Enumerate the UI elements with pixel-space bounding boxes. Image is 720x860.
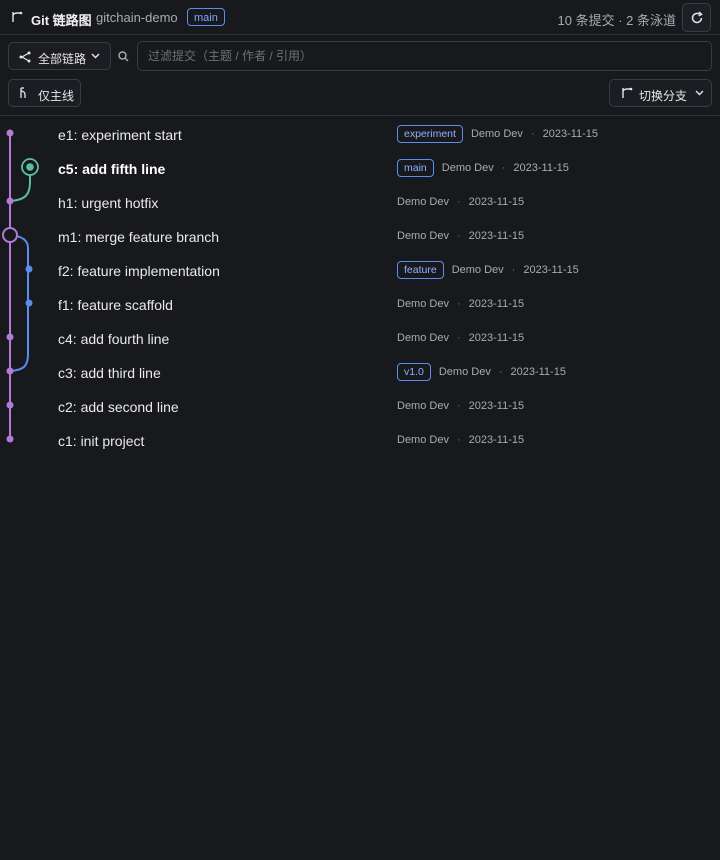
tag-badge[interactable]: v1.0 — [397, 363, 431, 381]
commit-subject: m1: merge feature branch — [58, 229, 220, 245]
commit-subject: c5: add fifth line — [58, 161, 166, 177]
mainline-only-label: 仅主线 — [38, 89, 75, 103]
commit-date: 2023-11-15 — [542, 128, 599, 140]
commit-date: 2023-11-15 — [513, 162, 569, 174]
commit-subject: h1: urgent hotfix — [58, 195, 159, 211]
toolbar: 全部链路 仅主线 切换分支 — [0, 35, 720, 116]
head-branch-badge: main — [187, 8, 225, 26]
commit-meta: Demo Dev · 2023-11-15 — [397, 389, 524, 423]
commit-row[interactable]: m1: merge feature branch Demo Dev · 2023… — [0, 219, 720, 253]
commit-date: 2023-11-15 — [468, 230, 525, 242]
lanes-icon — [19, 51, 31, 63]
commit-filter-input[interactable] — [137, 41, 712, 71]
separator: · — [530, 128, 535, 140]
commit-row[interactable]: c3: add third line v1.0 Demo Dev · 2023-… — [0, 355, 720, 389]
commit-author: Demo Dev — [397, 230, 449, 242]
commit-meta: main Demo Dev · 2023-11-15 — [397, 151, 569, 185]
commit-date: 2023-11-15 — [510, 366, 566, 378]
ref-badge[interactable]: feature — [397, 261, 444, 279]
switch-branch-label: 切换分支 — [639, 89, 688, 103]
commit-meta: Demo Dev · 2023-11-15 — [397, 287, 524, 321]
commit-author: Demo Dev — [441, 162, 494, 174]
commit-row[interactable]: f1: feature scaffold Demo Dev · 2023-11-… — [0, 287, 720, 321]
mainline-only-button[interactable]: 仅主线 — [8, 79, 81, 107]
commit-author: Demo Dev — [397, 434, 449, 446]
separator: · — [456, 400, 461, 412]
commit-author: Demo Dev — [397, 298, 449, 310]
repo-name: gitchain-demo — [96, 10, 178, 25]
commit-subject: c1: init project — [58, 433, 145, 449]
commit-lane-stats: 10 条提交 · 2 条泳道 — [557, 13, 676, 28]
git-branch-icon — [12, 11, 23, 22]
commit-row[interactable]: c5: add fifth line main Demo Dev · 2023-… — [0, 151, 720, 185]
commit-row[interactable]: c4: add fourth line Demo Dev · 2023-11-1… — [0, 321, 720, 355]
commit-meta: Demo Dev · 2023-11-15 — [397, 321, 524, 355]
separator: · — [501, 162, 506, 174]
commit-subject: c4: add fourth line — [58, 331, 170, 347]
git-branch-icon — [622, 87, 633, 98]
commit-meta: Demo Dev · 2023-11-15 — [397, 423, 524, 457]
commit-row[interactable]: c2: add second line Demo Dev · 2023-11-1… — [0, 389, 720, 423]
separator: · — [456, 434, 461, 446]
commit-date: 2023-11-15 — [468, 434, 525, 446]
commit-subject: f2: feature implementation — [58, 263, 220, 279]
refresh-button[interactable] — [682, 3, 711, 32]
commit-date: 2023-11-15 — [468, 400, 525, 412]
separator: · — [498, 366, 503, 378]
ref-badge[interactable]: experiment — [397, 125, 463, 143]
switch-branch-dropdown[interactable]: 切换分支 — [609, 79, 712, 107]
commit-subject: f1: feature scaffold — [58, 297, 173, 313]
ref-badge[interactable]: main — [397, 159, 434, 177]
commit-author: Demo Dev — [397, 332, 449, 344]
commit-date: 2023-11-15 — [468, 298, 525, 310]
top-bar: Git 链路图 gitchain-demo main 10 条提交 · 2 条泳… — [0, 0, 720, 35]
commit-meta: Demo Dev · 2023-11-15 — [397, 219, 524, 253]
commit-row[interactable]: h1: urgent hotfix Demo Dev · 2023-11-15 — [0, 185, 720, 219]
separator: · — [456, 298, 461, 310]
commit-meta: experiment Demo Dev · 2023-11-15 — [397, 117, 598, 151]
commit-author: Demo Dev — [451, 264, 504, 276]
mainline-icon — [20, 87, 26, 98]
commit-date: 2023-11-15 — [468, 332, 525, 344]
commit-author: Demo Dev — [397, 400, 449, 412]
commit-author: Demo Dev — [470, 128, 523, 140]
app-title: Git 链路图 — [31, 13, 92, 28]
commit-row[interactable]: f2: feature implementation feature Demo … — [0, 253, 720, 287]
refresh-icon — [691, 11, 703, 24]
commit-date: 2023-11-15 — [523, 264, 579, 276]
commit-meta: Demo Dev · 2023-11-15 — [397, 185, 524, 219]
all-lanes-dropdown[interactable]: 全部链路 — [8, 42, 111, 70]
commit-subject: c2: add second line — [58, 399, 179, 415]
commit-subject: e1: experiment start — [58, 127, 182, 143]
separator: · — [456, 196, 461, 208]
separator: · — [456, 230, 461, 242]
commit-author: Demo Dev — [397, 196, 449, 208]
commit-subject: c3: add third line — [58, 365, 161, 381]
separator: · — [511, 264, 516, 276]
commit-meta: feature Demo Dev · 2023-11-15 — [397, 253, 579, 287]
commit-meta: v1.0 Demo Dev · 2023-11-15 — [397, 355, 566, 389]
commit-row[interactable]: e1: experiment start experiment Demo Dev… — [0, 117, 720, 151]
commit-author: Demo Dev — [438, 366, 491, 378]
commit-row[interactable]: c1: init project Demo Dev · 2023-11-15 — [0, 423, 720, 457]
separator: · — [456, 332, 461, 344]
all-lanes-label: 全部链路 — [38, 52, 87, 66]
search-icon — [118, 51, 129, 62]
chevron-down-icon — [91, 53, 100, 59]
commit-date: 2023-11-15 — [468, 196, 525, 208]
chevron-down-icon — [695, 90, 704, 96]
